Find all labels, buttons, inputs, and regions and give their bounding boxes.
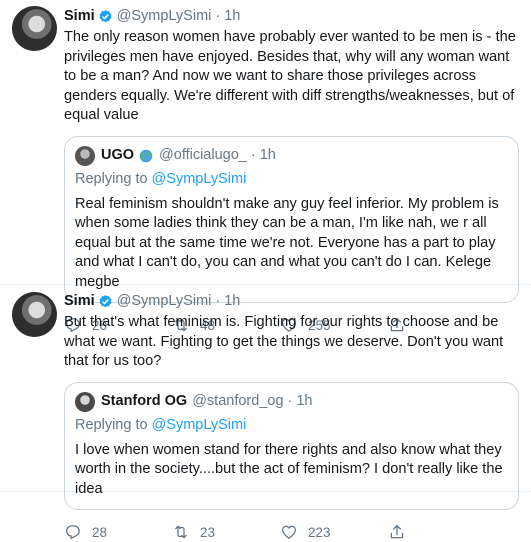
tweet-text: But that's what feminism is. Fighting fo… — [64, 314, 504, 369]
replying-to: Replying to @SympLySimi — [75, 416, 508, 435]
quoted-tweet-text: I love when women stand for there rights… — [75, 441, 503, 497]
author-handle[interactable]: @SympLySimi — [117, 292, 212, 311]
tweet[interactable]: Simi @SympLySimi · 1h The only reason wo… — [0, 0, 531, 333]
avatar[interactable] — [12, 6, 57, 51]
retweet-count: 23 — [200, 524, 216, 540]
tweet-header: Simi @SympLySimi · 1h — [64, 7, 519, 26]
quoted-author-name: Stanford OG — [101, 393, 188, 409]
like-count: 223 — [308, 524, 331, 540]
tweet-text: The only reason women have probably ever… — [64, 29, 516, 123]
like-button[interactable]: 223 — [280, 523, 388, 541]
quoted-author-name: UGO — [101, 147, 135, 163]
separator-dot: · — [215, 293, 221, 309]
quoted-timestamp: 1h — [296, 393, 313, 409]
quoted-avatar — [75, 391, 95, 412]
tweet-body: Simi @SympLySimi · 1h But that's what fe… — [64, 292, 519, 542]
replying-to: Replying to @SympLySimi — [75, 170, 508, 189]
reply-count: 28 — [92, 524, 108, 540]
retweet-icon — [175, 525, 187, 539]
share-icon — [390, 524, 404, 539]
heart-icon — [281, 525, 297, 539]
replying-to-handle[interactable]: @SympLySimi — [152, 171, 247, 187]
avatar[interactable] — [12, 292, 57, 337]
separator-dot: · — [250, 147, 256, 163]
quoted-author-handle: @officialugo_ — [159, 147, 247, 163]
separator-dot: · — [287, 393, 293, 409]
quoted-author-handle: @stanford_og — [192, 393, 284, 409]
globe-emoji-icon — [139, 149, 153, 162]
author-name[interactable]: Simi — [64, 7, 95, 26]
quoted-tweet-text: Real feminism shouldn't make any guy fee… — [75, 195, 499, 290]
verified-badge-icon — [99, 294, 112, 308]
author-handle[interactable]: @SympLySimi — [117, 7, 212, 26]
quoted-tweet-header: Stanford OG @stanford_og · 1h — [75, 391, 508, 412]
tweet[interactable]: Simi @SympLySimi · 1h But that's what fe… — [0, 285, 531, 540]
tweet-header: Simi @SympLySimi · 1h — [64, 292, 519, 311]
reply-button[interactable]: 28 — [64, 523, 172, 541]
quoted-tweet[interactable]: UGO @officialugo_ · 1h Replying to @Symp… — [64, 135, 519, 303]
tweet-actions: 28 23 223 — [64, 522, 519, 542]
quoted-tweet-header: UGO @officialugo_ · 1h — [75, 145, 508, 166]
author-name[interactable]: Simi — [64, 292, 95, 311]
quoted-avatar — [75, 145, 95, 166]
verified-badge-icon — [99, 9, 112, 23]
timestamp[interactable]: 1h — [224, 292, 240, 311]
replying-to-handle[interactable]: @SympLySimi — [152, 417, 247, 433]
replying-to-label: Replying to — [75, 170, 148, 187]
separator-dot: · — [215, 8, 221, 24]
share-button[interactable] — [388, 523, 416, 541]
quoted-timestamp: 1h — [259, 147, 276, 163]
retweet-button[interactable]: 23 — [172, 523, 280, 541]
replying-to-label: Replying to — [75, 416, 148, 433]
timestamp[interactable]: 1h — [224, 7, 240, 26]
reply-icon — [65, 525, 80, 540]
